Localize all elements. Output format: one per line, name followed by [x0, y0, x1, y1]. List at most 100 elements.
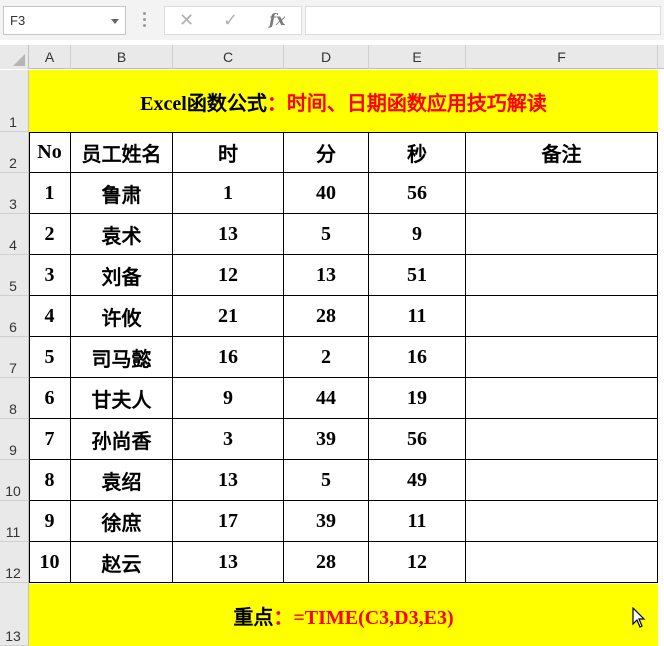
cell-name[interactable]: 赵云: [71, 542, 173, 583]
cell-hour[interactable]: 1: [173, 173, 284, 214]
row-header-1[interactable]: 1: [0, 70, 29, 132]
header-cell-hour[interactable]: 时: [173, 132, 284, 173]
cell-no[interactable]: 5: [29, 337, 71, 378]
cell-hour[interactable]: 9: [173, 378, 284, 419]
cell-remark[interactable]: [466, 214, 658, 255]
row-header-7[interactable]: 7: [0, 337, 29, 378]
column-header-e[interactable]: E: [369, 45, 466, 69]
row-header-13[interactable]: 13: [0, 583, 29, 646]
formula-bar: F3 ✕ ✓ fx: [0, 0, 664, 40]
cell-name[interactable]: 许攸: [71, 296, 173, 337]
cell-second[interactable]: 56: [369, 419, 466, 460]
cell-name[interactable]: 司马懿: [71, 337, 173, 378]
cell-no[interactable]: 2: [29, 214, 71, 255]
cell-no[interactable]: 7: [29, 419, 71, 460]
cell-name[interactable]: 刘备: [71, 255, 173, 296]
header-cell-second[interactable]: 秒: [369, 132, 466, 173]
row-header-10[interactable]: 10: [0, 460, 29, 501]
row-header-11[interactable]: 11: [0, 501, 29, 542]
cell-no[interactable]: 3: [29, 255, 71, 296]
cell-minute[interactable]: 5: [284, 460, 369, 501]
cell-remark[interactable]: [466, 173, 658, 214]
cell-hour[interactable]: 13: [173, 542, 284, 583]
cell-second[interactable]: 16: [369, 337, 466, 378]
row-header-2[interactable]: 2: [0, 132, 29, 173]
cell-remark[interactable]: [466, 337, 658, 378]
name-box[interactable]: F3: [3, 6, 126, 35]
cell-hour[interactable]: 17: [173, 501, 284, 542]
cell-second[interactable]: 49: [369, 460, 466, 501]
header-cell-remark[interactable]: 备注: [466, 132, 658, 173]
cell-hour[interactable]: 13: [173, 460, 284, 501]
cell-second[interactable]: 12: [369, 542, 466, 583]
row-header-3[interactable]: 3: [0, 173, 29, 214]
cell-minute[interactable]: 5: [284, 214, 369, 255]
cell-name[interactable]: 徐庶: [71, 501, 173, 542]
cell-minute[interactable]: 28: [284, 296, 369, 337]
row-header-4[interactable]: 4: [0, 214, 29, 255]
cell-second[interactable]: 11: [369, 296, 466, 337]
cell-name[interactable]: 袁术: [71, 214, 173, 255]
cell-remark[interactable]: [466, 255, 658, 296]
column-header-d[interactable]: D: [284, 45, 369, 69]
select-all-button[interactable]: [0, 45, 29, 69]
cell-second[interactable]: 51: [369, 255, 466, 296]
cell-name[interactable]: 孙尚香: [71, 419, 173, 460]
cell-hour[interactable]: 12: [173, 255, 284, 296]
cell-minute[interactable]: 44: [284, 378, 369, 419]
name-box-value: F3: [10, 13, 26, 28]
cell-no[interactable]: 1: [29, 173, 71, 214]
column-header-b[interactable]: B: [71, 45, 173, 69]
cell-no[interactable]: 10: [29, 542, 71, 583]
cancel-icon[interactable]: ✕: [179, 10, 194, 30]
row-header-12[interactable]: 12: [0, 542, 29, 583]
cell-no[interactable]: 4: [29, 296, 71, 337]
cell-second[interactable]: 11: [369, 501, 466, 542]
cell-remark[interactable]: [466, 501, 658, 542]
cell-no[interactable]: 6: [29, 378, 71, 419]
row-header-9[interactable]: 9: [0, 419, 29, 460]
formula-bar-buttons: ✕ ✓ fx: [164, 6, 302, 35]
header-cell-minute[interactable]: 分: [284, 132, 369, 173]
title-banner[interactable]: Excel函数公式 ：时间、日期函数应用技巧解读: [29, 70, 658, 132]
cell-remark[interactable]: [466, 296, 658, 337]
cell-hour[interactable]: 16: [173, 337, 284, 378]
cell-name[interactable]: 袁绍: [71, 460, 173, 501]
cell-remark[interactable]: [466, 419, 658, 460]
cell-name[interactable]: 甘夫人: [71, 378, 173, 419]
cell-minute[interactable]: 13: [284, 255, 369, 296]
column-header-f[interactable]: F: [466, 45, 658, 69]
column-header-c[interactable]: C: [173, 45, 284, 69]
cell-hour[interactable]: 13: [173, 214, 284, 255]
cell-name[interactable]: 鲁肃: [71, 173, 173, 214]
note-formula: ：=TIME(C3,D3,E3): [273, 606, 454, 629]
row-header-6[interactable]: 6: [0, 296, 29, 337]
formula-input[interactable]: [305, 6, 661, 35]
column-header-a[interactable]: A: [29, 45, 71, 69]
cell-minute[interactable]: 2: [284, 337, 369, 378]
enter-icon[interactable]: ✓: [223, 10, 238, 30]
header-cell-name[interactable]: 员工姓名: [71, 132, 173, 173]
cell-remark[interactable]: [466, 542, 658, 583]
cell-remark[interactable]: [466, 460, 658, 501]
cell-second[interactable]: 9: [369, 214, 466, 255]
formula-note-banner[interactable]: 重点 ：=TIME(C3,D3,E3): [29, 584, 658, 646]
chevron-down-icon[interactable]: [111, 19, 119, 24]
row-header-5[interactable]: 5: [0, 255, 29, 296]
cell-minute[interactable]: 28: [284, 542, 369, 583]
cell-remark[interactable]: [466, 378, 658, 419]
cell-second[interactable]: 56: [369, 173, 466, 214]
cell-minute[interactable]: 39: [284, 501, 369, 542]
insert-function-icon[interactable]: fx: [269, 10, 285, 30]
cell-minute[interactable]: 40: [284, 173, 369, 214]
cell-minute[interactable]: 39: [284, 419, 369, 460]
cell-hour[interactable]: 3: [173, 419, 284, 460]
drag-handle-icon[interactable]: [143, 12, 146, 30]
spreadsheet-grid: A B C D E F 1 2 3 4 5 6 7 8 9 10 11 12 1…: [0, 40, 664, 646]
cell-no[interactable]: 8: [29, 460, 71, 501]
row-header-8[interactable]: 8: [0, 378, 29, 419]
header-cell-no[interactable]: No: [29, 132, 71, 173]
cell-no[interactable]: 9: [29, 501, 71, 542]
cell-hour[interactable]: 21: [173, 296, 284, 337]
cell-second[interactable]: 19: [369, 378, 466, 419]
